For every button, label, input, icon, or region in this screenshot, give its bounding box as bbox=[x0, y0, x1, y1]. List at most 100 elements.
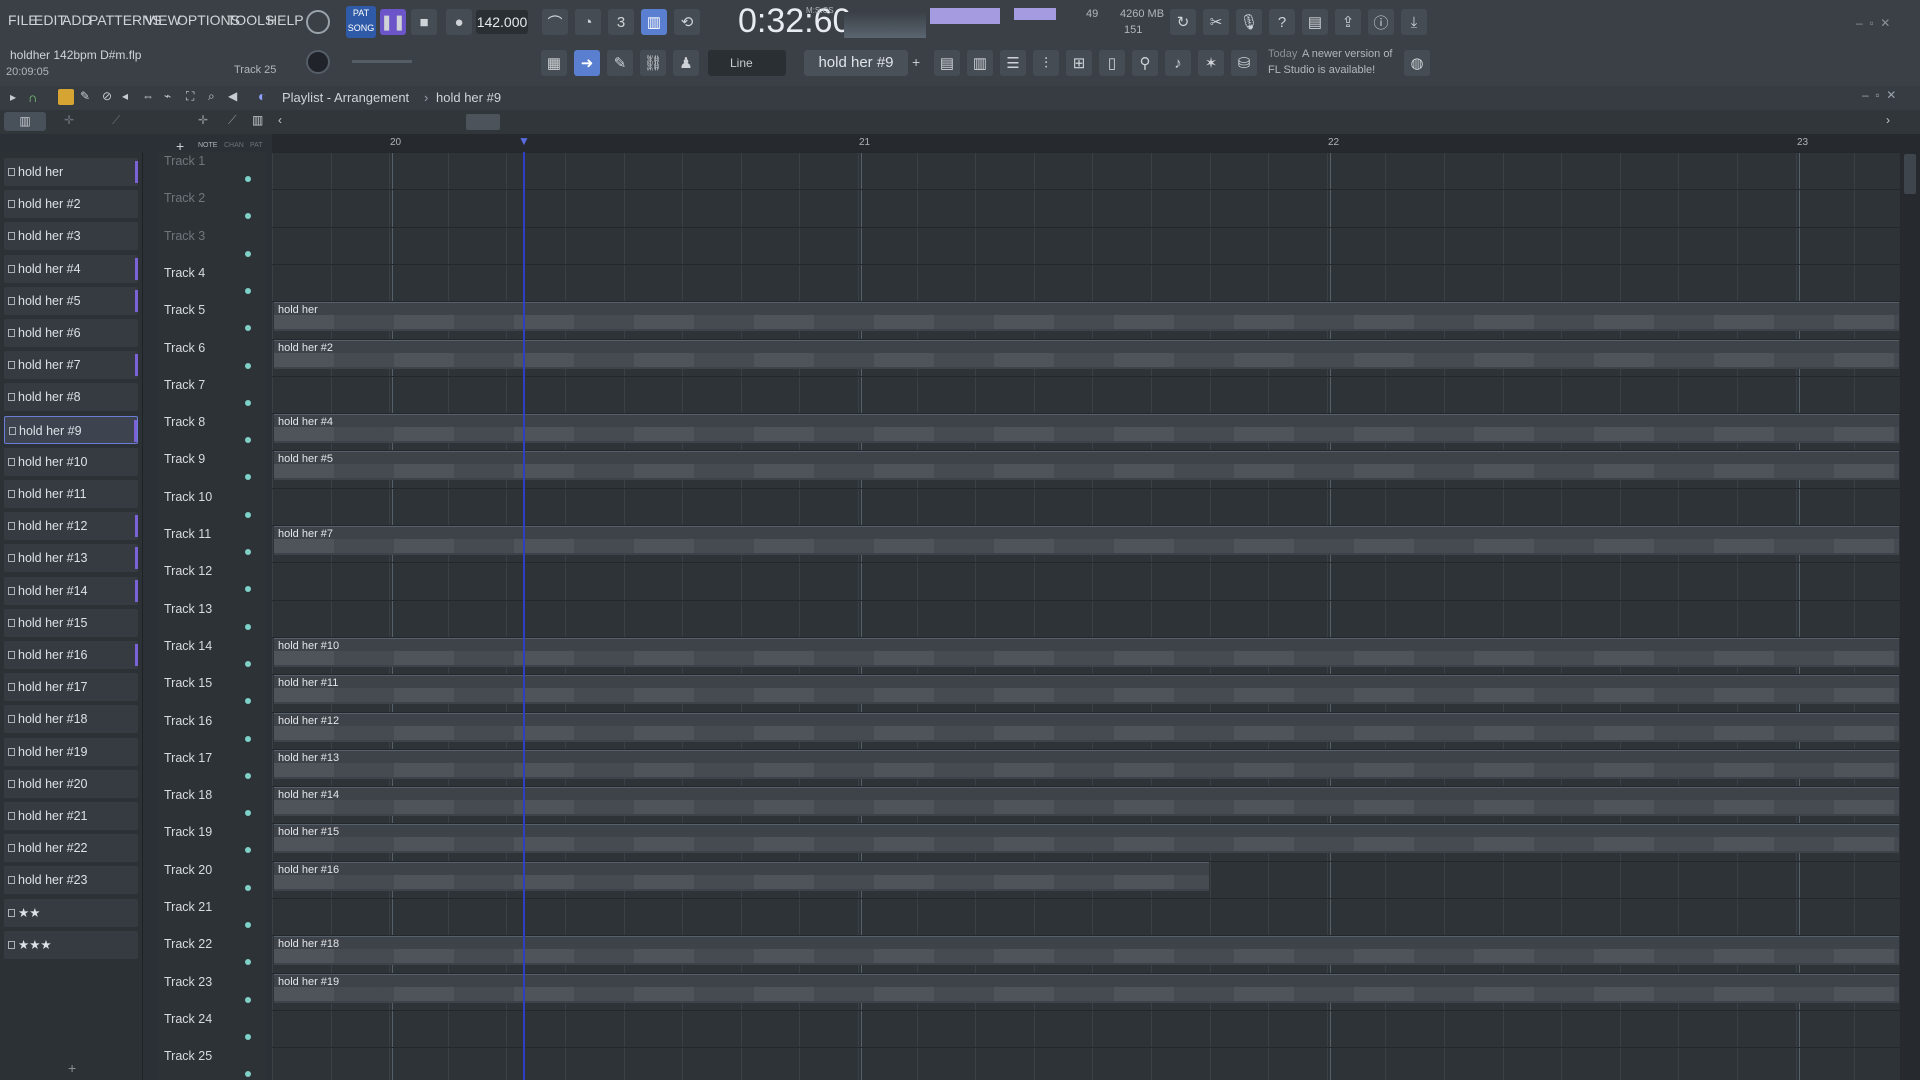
breadcrumb-playlist[interactable]: Playlist - Arrangement bbox=[282, 90, 409, 105]
arrangement-icon[interactable]: ◐ bbox=[258, 88, 266, 104]
track-mute-led[interactable] bbox=[245, 847, 251, 854]
playlist-icon[interactable]: ▤ bbox=[934, 50, 960, 76]
stamp-icon[interactable]: ♟ bbox=[673, 50, 699, 76]
pattern-clip[interactable]: hold her #7 bbox=[274, 526, 1899, 555]
draw-arrow-icon[interactable]: ➜ bbox=[574, 50, 600, 76]
stop-button[interactable]: ■ bbox=[411, 9, 437, 35]
select-tool-icon[interactable]: ⛶ bbox=[186, 89, 194, 104]
paint-tool-icon[interactable]: ✎ bbox=[80, 89, 90, 103]
track-label[interactable]: Track 18 bbox=[164, 788, 212, 802]
track-label[interactable]: Track 8 bbox=[164, 415, 205, 429]
track-label[interactable]: Track 12 bbox=[164, 564, 212, 578]
magnet-icon[interactable]: ∩ bbox=[28, 90, 37, 105]
picker-item[interactable]: hold her #11 bbox=[4, 480, 138, 508]
piano-roll-icon[interactable]: ▦ bbox=[541, 50, 567, 76]
snap-selector[interactable]: Line bbox=[708, 50, 786, 76]
track-mute-led[interactable] bbox=[245, 437, 251, 444]
news-icon[interactable]: ◍ bbox=[1404, 50, 1430, 76]
note-filter[interactable]: NOTE bbox=[198, 142, 217, 149]
track-label[interactable]: Track 5 bbox=[164, 303, 205, 317]
track-label[interactable]: Track 16 bbox=[164, 714, 212, 728]
playlist-window-controls[interactable]: – ▫ ✕ bbox=[1862, 88, 1896, 102]
picker-item[interactable]: hold her #10 bbox=[4, 447, 138, 476]
refresh-icon[interactable]: ↻ bbox=[1170, 9, 1196, 35]
track-label[interactable]: Track 19 bbox=[164, 825, 212, 839]
picker-item[interactable]: ★★ bbox=[4, 898, 138, 927]
track-mute-led[interactable] bbox=[245, 474, 251, 481]
scroll-left-icon[interactable]: ‹ bbox=[278, 113, 282, 127]
breadcrumb-pattern[interactable]: hold her #9 bbox=[436, 90, 501, 105]
track-label[interactable]: Track 2 bbox=[164, 191, 205, 205]
picker-item[interactable]: hold her #15 bbox=[4, 608, 138, 637]
track-label[interactable]: Track 1 bbox=[164, 154, 205, 168]
loop-record-icon[interactable]: ⟲ bbox=[674, 9, 700, 35]
move-icon[interactable]: ✛ bbox=[198, 113, 208, 127]
slip-tool-icon[interactable]: ⇔ bbox=[142, 89, 154, 103]
picker-item[interactable]: hold her #8 bbox=[4, 383, 138, 412]
mixer-icon[interactable]: ⫶ bbox=[1033, 50, 1059, 76]
curve-icon[interactable]: ⟋ bbox=[228, 113, 236, 128]
script-icon[interactable]: ✶ bbox=[1198, 50, 1224, 76]
picker-item[interactable]: hold her #14 bbox=[4, 576, 138, 605]
mute-tool-icon[interactable]: ◂ bbox=[122, 89, 128, 103]
timeline-ruler[interactable]: 20 21 22 23 ▼ bbox=[272, 134, 1900, 152]
wait-input-icon[interactable]: ◔ bbox=[575, 9, 601, 35]
picker-item[interactable]: hold her bbox=[4, 158, 138, 186]
add-pattern-icon[interactable]: + bbox=[912, 54, 920, 70]
info-icon[interactable]: ⓘ bbox=[1368, 9, 1394, 35]
pattern-clip[interactable]: hold her #5 bbox=[274, 451, 1899, 481]
picker-item[interactable]: hold her #2 bbox=[4, 190, 138, 219]
track-label[interactable]: Track 25 bbox=[164, 1049, 212, 1063]
track-mute-led[interactable] bbox=[245, 549, 251, 555]
track-mute-led[interactable] bbox=[245, 996, 251, 1003]
picker-item[interactable]: hold her #13 bbox=[4, 544, 138, 573]
chan-filter[interactable]: CHAN bbox=[224, 142, 244, 149]
track-label[interactable]: Track 10 bbox=[164, 490, 212, 504]
track-mute-led[interactable] bbox=[245, 922, 251, 928]
pattern-clip[interactable]: hold her #2 bbox=[274, 339, 1899, 369]
project-info-icon[interactable]: ▯ bbox=[1099, 50, 1125, 76]
track-label[interactable]: Track 7 bbox=[164, 378, 205, 392]
picker-item[interactable]: hold her #6 bbox=[4, 319, 138, 347]
pattern-clip[interactable]: hold her #14 bbox=[274, 787, 1899, 817]
plugin-icon[interactable]: ⚲ bbox=[1132, 50, 1158, 76]
blend-notes-icon[interactable]: ▥ bbox=[641, 9, 667, 35]
master-volume-slider[interactable] bbox=[352, 60, 412, 63]
track-label[interactable]: Track 17 bbox=[164, 751, 212, 765]
save-icon[interactable]: ▤ bbox=[1302, 9, 1328, 35]
track-mute-led[interactable] bbox=[245, 884, 251, 891]
track-mute-led[interactable] bbox=[245, 362, 251, 369]
track-mute-led[interactable] bbox=[245, 399, 251, 406]
song-time[interactable]: 0:32:60 bbox=[738, 2, 851, 41]
vertical-scrollbar[interactable] bbox=[1900, 134, 1920, 1080]
track-mute-led[interactable] bbox=[245, 176, 251, 182]
picker-item[interactable]: hold her #21 bbox=[4, 802, 138, 830]
track-label[interactable]: Track 24 bbox=[164, 1012, 212, 1026]
pattern-selector[interactable]: hold her #9 bbox=[804, 50, 908, 76]
track-label[interactable]: Track 14 bbox=[164, 639, 212, 653]
picker-item[interactable]: hold her #4 bbox=[4, 254, 138, 283]
pattern-clip[interactable]: hold her #12 bbox=[274, 712, 1899, 742]
track-label[interactable]: Track 20 bbox=[164, 863, 212, 877]
news-line-1[interactable]: A newer version of bbox=[1302, 48, 1393, 60]
shop-icon[interactable]: ⛁ bbox=[1231, 50, 1257, 76]
export-icon[interactable]: ⇪ bbox=[1335, 9, 1361, 35]
picker-item[interactable]: hold her #16 bbox=[4, 641, 138, 669]
menu-help[interactable]: HELP bbox=[267, 12, 304, 28]
track-mute-led[interactable] bbox=[245, 810, 251, 817]
picker-item[interactable]: hold her #17 bbox=[4, 673, 138, 702]
metronome-icon[interactable]: ⌒ bbox=[542, 9, 568, 35]
track-mute-led[interactable] bbox=[245, 959, 251, 966]
track-mute-led[interactable] bbox=[245, 287, 251, 294]
window-controls[interactable]: – ▫ ✕ bbox=[1856, 16, 1890, 30]
track-label[interactable]: Track 4 bbox=[164, 266, 205, 280]
picker-item[interactable]: hold her #23 bbox=[4, 866, 138, 895]
automation-view-icon[interactable]: ⟋ bbox=[112, 113, 120, 128]
track-label[interactable]: Track 9 bbox=[164, 452, 205, 466]
track-label[interactable]: Track 21 bbox=[164, 900, 212, 914]
picker-item[interactable]: hold her #3 bbox=[4, 222, 138, 251]
browser-icon[interactable]: ⊞ bbox=[1066, 50, 1092, 76]
pattern-clip[interactable]: hold her #16 bbox=[274, 861, 1209, 891]
track-label[interactable]: Track 11 bbox=[164, 527, 211, 541]
news-line-2[interactable]: FL Studio is available! bbox=[1268, 64, 1375, 76]
